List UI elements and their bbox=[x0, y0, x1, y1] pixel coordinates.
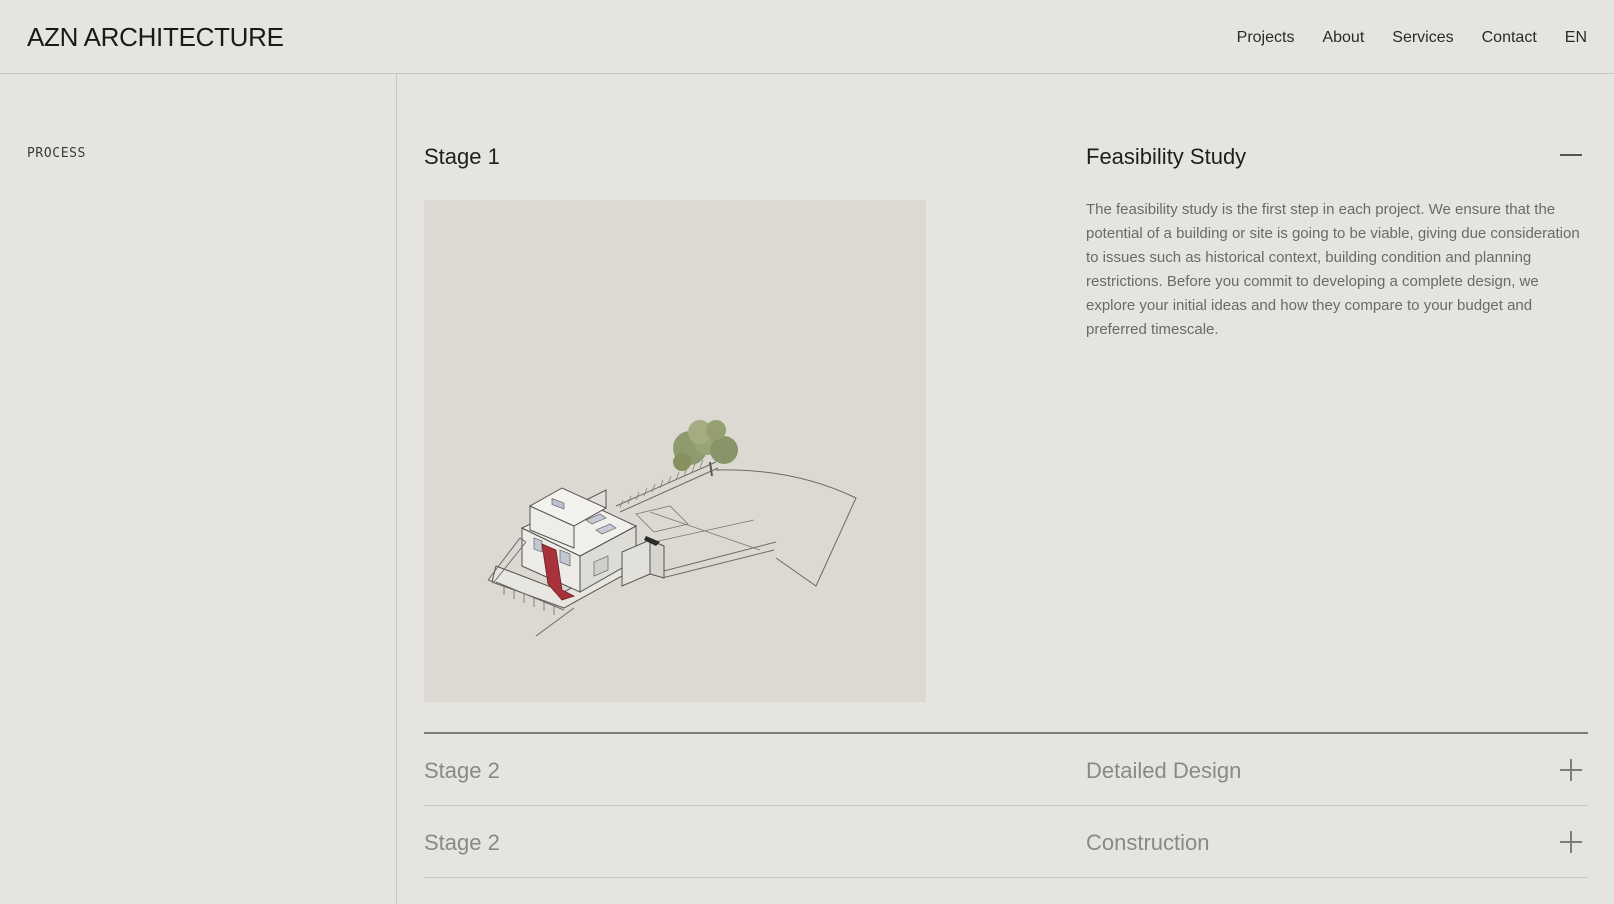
stage-description: The feasibility study is the first step … bbox=[1086, 201, 1580, 338]
stage-number: Stage 2 bbox=[424, 758, 500, 783]
nav-services[interactable]: Services bbox=[1392, 29, 1453, 47]
nav-contact[interactable]: Contact bbox=[1482, 29, 1537, 47]
expand-plus-icon[interactable] bbox=[1560, 759, 1582, 781]
section-label: PROCESS bbox=[27, 146, 86, 161]
stage-title: Feasibility Study bbox=[1086, 144, 1247, 169]
nav-language[interactable]: EN bbox=[1565, 29, 1587, 47]
nav-about[interactable]: About bbox=[1322, 29, 1364, 47]
collapse-minus-icon[interactable] bbox=[1560, 144, 1582, 166]
nav-projects[interactable]: Projects bbox=[1237, 29, 1295, 47]
sidebar: PROCESS bbox=[0, 74, 397, 904]
house-drawing bbox=[424, 200, 926, 702]
stage-row-detailed-design[interactable]: Stage 2 Detailed Design bbox=[424, 734, 1588, 806]
main-nav: Projects About Services Contact EN bbox=[1237, 29, 1587, 47]
stage-title: Detailed Design bbox=[1086, 758, 1242, 783]
site-header: AZN ARCHITECTURE Projects About Services… bbox=[0, 0, 1614, 74]
process-accordion: Stage 1 Feasibility Study The feasibilit… bbox=[397, 74, 1614, 904]
isometric-house-illustration bbox=[424, 200, 926, 702]
stage-title: Construction bbox=[1086, 830, 1210, 855]
stage-row-construction[interactable]: Stage 2 Construction bbox=[424, 806, 1588, 878]
site-logo[interactable]: AZN ARCHITECTURE bbox=[27, 22, 284, 53]
stage-number: Stage 1 bbox=[424, 144, 500, 169]
stage-number: Stage 2 bbox=[424, 830, 500, 855]
expand-plus-icon[interactable] bbox=[1560, 831, 1582, 853]
